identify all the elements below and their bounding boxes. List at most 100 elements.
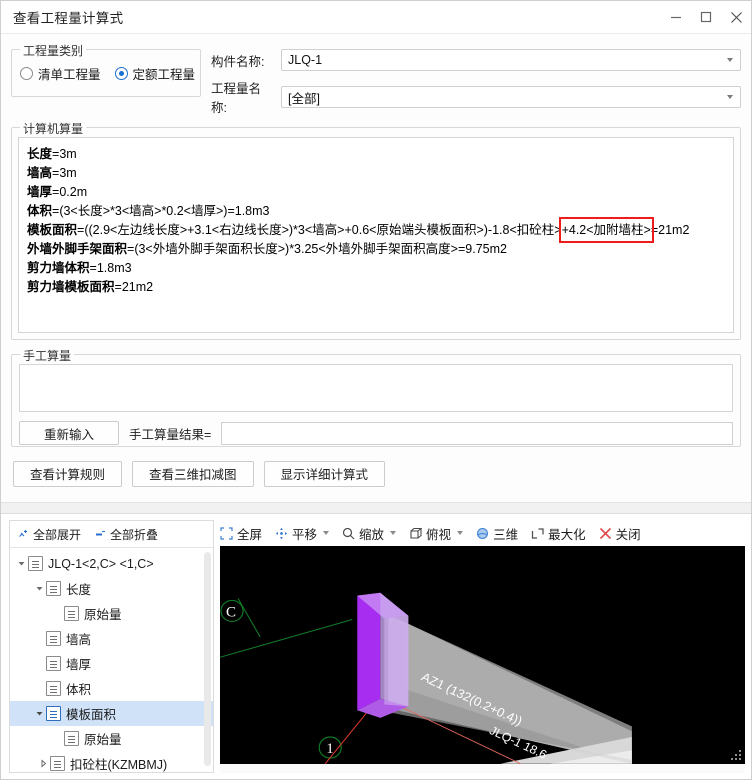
formula-key: 剪力墙体积 xyxy=(27,261,90,275)
view-3d-deduction-button[interactable]: 查看三维扣减图 xyxy=(132,460,254,487)
tree-node-original-2[interactable]: 原始量 xyxy=(10,726,213,751)
chevron-down-icon[interactable] xyxy=(323,531,330,536)
radio-bill-quantity[interactable]: 清单工程量 xyxy=(20,64,101,83)
document-icon xyxy=(46,681,61,697)
formula-rest: =(3<长度>*3<墙高>*0.2<墙厚>)=1.8m3 xyxy=(52,204,270,218)
quantity-name-value: [全部] xyxy=(288,91,320,106)
expand-all-button[interactable]: 全部展开 xyxy=(18,526,81,543)
maximize-icon[interactable] xyxy=(691,2,721,32)
viewer-toolbar: 全屏 平移 缩放 俯视 三维 最大化 关闭 xyxy=(220,520,745,547)
reinput-button[interactable]: 重新输入 xyxy=(19,421,119,445)
top-form-area: 工程量类别 清单工程量 定额工程量 构件名称: JLQ-1 工程量名称: [全部… xyxy=(1,34,751,116)
column-solid xyxy=(357,593,409,719)
computer-calc-group: 计算机算量 长度=3m 墙高=3m 墙厚=0.2m 体积=(3<长度>*3<墙高… xyxy=(11,120,741,340)
formula-rest: =0.2m xyxy=(52,185,88,199)
tree-node-original-1[interactable]: 原始量 xyxy=(10,601,213,626)
close-view-label: 关闭 xyxy=(615,527,641,542)
formula-rest: =1.8m3 xyxy=(89,261,132,275)
tree-scrollbar[interactable] xyxy=(204,552,211,767)
formula-rest: =((2.9<左边线长度>+3.1<右边线长度>)*3<墙高>+0.6<原始端头… xyxy=(77,223,562,237)
quantity-category-legend: 工程量类别 xyxy=(20,42,87,59)
title-bar: 查看工程量计算式 xyxy=(1,1,751,34)
chevron-down-icon xyxy=(727,95,733,99)
expand-all-icon xyxy=(18,529,29,540)
show-detailed-formula-button[interactable]: 显示详细计算式 xyxy=(263,460,386,487)
formula-key: 外墙外脚手架面积 xyxy=(27,242,128,256)
chevron-down-icon[interactable] xyxy=(32,584,46,593)
close-view-button[interactable]: 关闭 xyxy=(599,524,641,543)
pan-button[interactable]: 平移 xyxy=(275,524,330,543)
fullscreen-icon xyxy=(220,527,233,540)
pan-icon xyxy=(275,527,288,540)
component-name-row: 构件名称: JLQ-1 xyxy=(211,49,741,71)
formula-key: 模板面积 xyxy=(27,223,78,237)
tree-node-formwork-area[interactable]: 模板面积 xyxy=(10,701,213,727)
maximize-view-label: 最大化 xyxy=(548,527,586,542)
minimize-icon[interactable] xyxy=(661,2,691,32)
collapse-all-icon xyxy=(95,529,106,540)
computer-calc-textarea[interactable]: 长度=3m 墙高=3m 墙厚=0.2m 体积=(3<长度>*3<墙高>*0.2<… xyxy=(18,137,734,333)
manual-calc-result-row: 重新输入 手工算量结果= xyxy=(19,421,733,445)
axis-label-c-text: C xyxy=(226,605,236,621)
manual-calc-group: 手工算量 重新输入 手工算量结果= xyxy=(11,347,741,447)
formula-key: 墙高 xyxy=(27,166,53,180)
tree-node-deduct-column[interactable]: 扣砼柱(KZMBMJ) xyxy=(10,751,213,772)
tree-node-wall-thickness[interactable]: 墙厚 xyxy=(10,651,213,676)
formula-line: 长度=3m xyxy=(27,145,725,164)
formula-tail: =21m2 xyxy=(650,223,690,237)
three-d-label: 三维 xyxy=(493,527,519,542)
view-quantity-formula-window: 查看工程量计算式 工程量类别 清单工程量 定额工程量 构件名称: JLQ-1 工… xyxy=(0,0,752,780)
highlighted-term-text: +4.2<加附墙柱> xyxy=(561,223,651,237)
fullscreen-label: 全屏 xyxy=(237,527,263,542)
viewer-pane: 全屏 平移 缩放 俯视 三维 最大化 关闭 AZ1 (132(0.2+0.4))… xyxy=(220,520,745,773)
tree-node-label: 原始量 xyxy=(84,608,122,623)
top-view-button[interactable]: 俯视 xyxy=(409,524,464,543)
zoom-label: 缩放 xyxy=(359,527,385,542)
tree-node-wall-height[interactable]: 墙高 xyxy=(10,626,213,651)
component-name-select[interactable]: JLQ-1 xyxy=(281,49,741,71)
formula-line: 剪力墙体积=1.8m3 xyxy=(27,259,725,278)
chevron-down-icon[interactable] xyxy=(457,531,464,536)
formula-line: 墙厚=0.2m xyxy=(27,183,725,202)
formula-line: 剪力墙模板面积=21m2 xyxy=(27,278,725,297)
document-icon xyxy=(50,756,65,772)
close-icon[interactable] xyxy=(721,2,751,32)
zoom-button[interactable]: 缩放 xyxy=(342,524,397,543)
radio-norm-quantity[interactable]: 定额工程量 xyxy=(114,64,195,83)
chevron-down-icon[interactable] xyxy=(32,709,46,718)
tree-node-length[interactable]: 长度 xyxy=(10,576,213,601)
pan-label: 平移 xyxy=(292,527,318,542)
viewer-status-bar xyxy=(220,764,745,773)
expand-all-label: 全部展开 xyxy=(33,527,82,542)
formula-line: 体积=(3<长度>*3<墙高>*0.2<墙厚>)=1.8m3 xyxy=(27,202,725,221)
tree-node-label: 长度 xyxy=(66,583,92,598)
formula-line: 墙高=3m xyxy=(27,164,725,183)
view-calc-rule-button[interactable]: 查看计算规则 xyxy=(13,460,123,487)
lower-panel: 全部展开 全部折叠 JLQ-1<2,C> <1,C> 长度 原始量 墙高 墙厚 … xyxy=(1,514,751,779)
formula-key: 体积 xyxy=(27,204,53,218)
quantity-name-row: 工程量名称: [全部] xyxy=(211,78,741,116)
chevron-right-icon[interactable] xyxy=(36,759,50,768)
quantity-category-group: 工程量类别 清单工程量 定额工程量 xyxy=(11,42,201,97)
maximize-view-button[interactable]: 最大化 xyxy=(531,524,586,543)
resize-grip[interactable] xyxy=(730,749,743,762)
tree-node-label: 墙厚 xyxy=(66,658,92,673)
manual-calc-textarea[interactable] xyxy=(19,364,733,412)
formula-key: 剪力墙模板面积 xyxy=(27,280,115,294)
document-icon xyxy=(64,731,79,747)
three-d-icon xyxy=(476,527,489,540)
quantity-name-select[interactable]: [全部] xyxy=(281,86,741,108)
document-icon xyxy=(46,581,61,597)
tree-node-volume[interactable]: 体积 xyxy=(10,676,213,701)
tree-node-root[interactable]: JLQ-1<2,C> <1,C> xyxy=(10,551,213,576)
fullscreen-button[interactable]: 全屏 xyxy=(220,524,262,543)
three-d-button[interactable]: 三维 xyxy=(476,524,518,543)
manual-result-input[interactable] xyxy=(221,421,733,445)
radio-norm-quantity-dot xyxy=(114,66,128,80)
collapse-all-button[interactable]: 全部折叠 xyxy=(95,526,158,543)
chevron-down-icon[interactable] xyxy=(14,559,28,568)
chevron-down-icon[interactable] xyxy=(390,531,397,536)
radio-bill-quantity-dot xyxy=(20,66,33,80)
tree-node-label: 原始量 xyxy=(84,733,122,748)
three-d-viewport[interactable]: AZ1 (132(0.2+0.4)) JLQ-1 18.6 C 1 xyxy=(220,546,745,764)
